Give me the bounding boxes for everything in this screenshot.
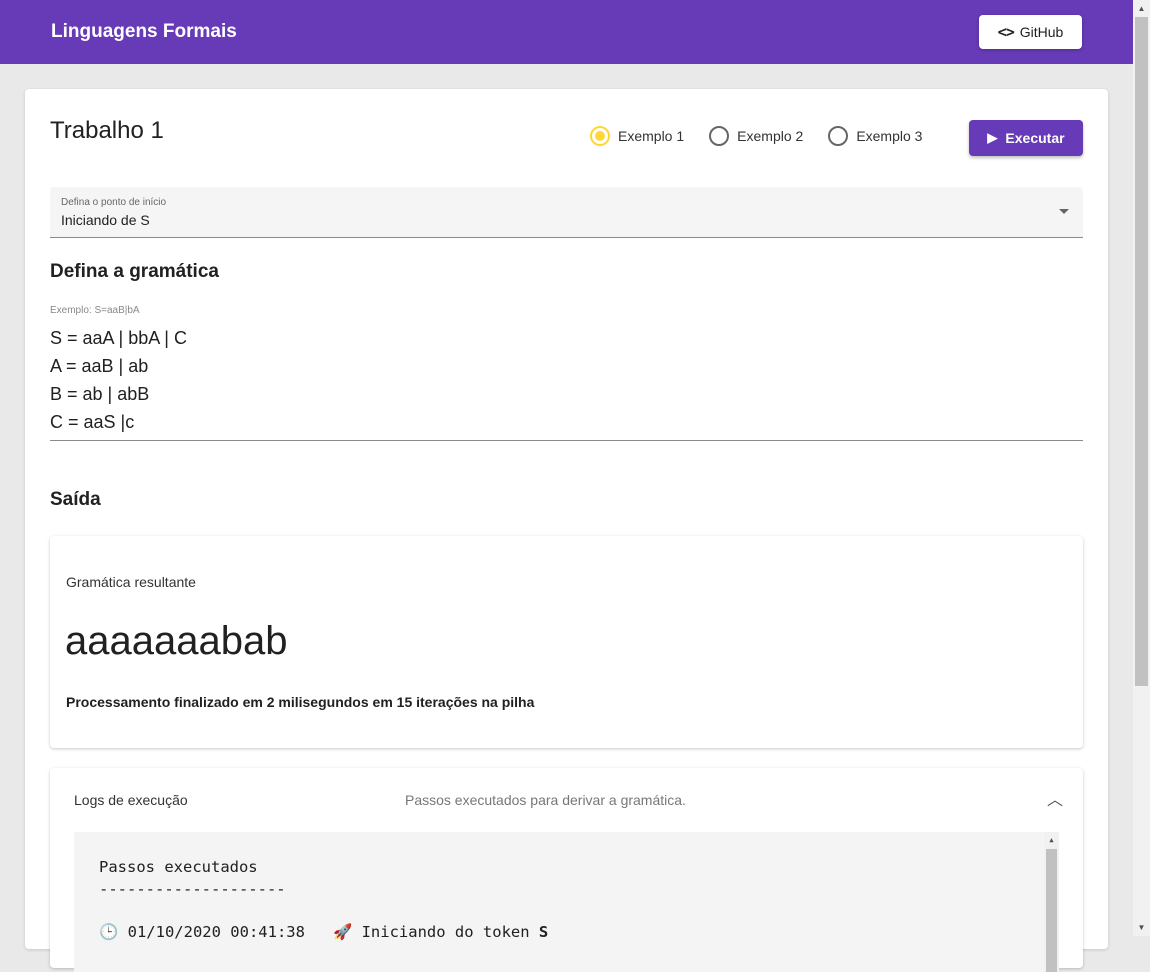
scroll-up-arrow-icon[interactable]: ▲: [1133, 0, 1150, 17]
result-card: Gramática resultante aaaaaaabab Processa…: [50, 536, 1083, 748]
code-icon: <>: [997, 23, 1015, 41]
log-output: Passos executados -------------------- 🕒…: [74, 832, 1059, 972]
result-word: aaaaaaabab: [65, 619, 288, 663]
github-label: GitHub: [1019, 24, 1064, 40]
grammar-heading: Defina a gramática: [50, 261, 219, 282]
grammar-line: B = ab | abB: [50, 384, 150, 404]
output-heading: Saída: [50, 489, 101, 510]
select-label: Defina o ponto de início: [61, 197, 167, 208]
radio-unchecked-icon: [828, 126, 849, 146]
log-scrollbar[interactable]: ▲: [1044, 832, 1059, 972]
radio-checked-icon: [590, 126, 610, 146]
github-button[interactable]: <> GitHub: [979, 15, 1082, 49]
grammar-textarea[interactable]: S = aaA | bbA | C A = aaB | ab B = ab | …: [50, 324, 1083, 441]
run-button[interactable]: ▶ Executar: [969, 120, 1083, 156]
radio-example-3[interactable]: Exemplo 3: [828, 126, 922, 146]
run-label: Executar: [1005, 130, 1065, 146]
play-icon: ▶: [987, 130, 998, 145]
select-value: Iniciando de S: [61, 212, 150, 228]
log-entry-text: Iniciando do token: [361, 923, 539, 941]
radio-example-2[interactable]: Exemplo 2: [709, 126, 803, 146]
grammar-line: A = aaB | ab: [50, 356, 149, 376]
grammar-hint: Exemplo: S=aaB|bA: [50, 305, 140, 316]
logs-panel: Logs de execução Passos executados para …: [50, 768, 1083, 972]
main-card: Trabalho 1 Exemplo 1 Exemplo 2 Exemplo 3…: [25, 89, 1108, 972]
logs-subtitle: Passos executados para derivar a gramáti…: [405, 792, 686, 808]
result-stats: Processamento finalizado em 2 milisegund…: [66, 694, 535, 710]
grammar-line: C = aaS |c: [50, 412, 135, 432]
scroll-thumb[interactable]: [1046, 849, 1057, 972]
result-label: Gramática resultante: [66, 574, 196, 590]
log-entry-token: S: [538, 923, 549, 941]
dropdown-arrow-icon: [1059, 209, 1069, 214]
radio-label: Exemplo 2: [737, 128, 804, 144]
chevron-up-icon[interactable]: ︿: [1047, 786, 1063, 810]
app-bar: Linguagens Formais <> GitHub: [0, 0, 1133, 64]
start-point-select[interactable]: Defina o ponto de início Iniciando de S: [50, 187, 1083, 238]
log-entry: 🕒 01/10/2020 00:41:38 🚀 Iniciando do tok…: [99, 923, 548, 941]
scroll-up-arrow-icon[interactable]: ▲: [1044, 832, 1059, 847]
clock-icon: 🕒: [99, 923, 128, 941]
rocket-icon: 🚀: [332, 923, 362, 941]
radio-label: Exemplo 3: [856, 128, 923, 144]
log-entry-time: 01/10/2020 00:41:38: [127, 923, 305, 941]
log-divider: --------------------: [99, 880, 286, 898]
page-title: Trabalho 1: [50, 117, 164, 144]
example-radio-group: Exemplo 1 Exemplo 2 Exemplo 3: [590, 126, 947, 146]
grammar-line: S = aaA | bbA | C: [50, 328, 187, 348]
scroll-down-arrow-icon[interactable]: ▼: [1133, 919, 1150, 936]
radio-unchecked-icon: [709, 126, 730, 146]
radio-label: Exemplo 1: [618, 128, 685, 144]
page-scrollbar[interactable]: ▲ ▼: [1133, 0, 1150, 936]
scroll-thumb[interactable]: [1135, 17, 1148, 686]
radio-example-1[interactable]: Exemplo 1: [590, 126, 684, 146]
log-heading: Passos executados: [99, 858, 258, 876]
app-title: Linguagens Formais: [51, 21, 237, 42]
logs-panel-header[interactable]: Logs de execução: [74, 792, 188, 808]
